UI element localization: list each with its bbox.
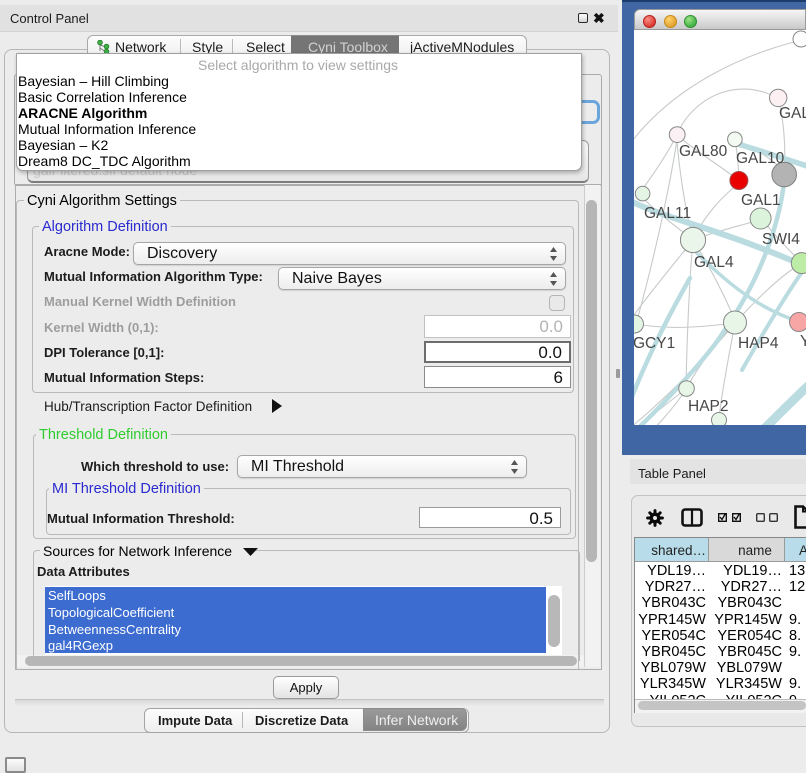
svg-text:GAL4: GAL4 <box>694 254 734 271</box>
svg-text:HAP4: HAP4 <box>738 335 779 352</box>
svg-text:Y: Y <box>800 333 806 350</box>
svg-text:GAL1: GAL1 <box>741 192 781 209</box>
svg-text:GCY1: GCY1 <box>634 335 675 352</box>
svg-text:GAL80: GAL80 <box>679 143 728 160</box>
svg-text:GAL: GAL <box>779 105 806 122</box>
svg-text:SWI4: SWI4 <box>762 231 800 248</box>
svg-text:GAL10: GAL10 <box>736 150 785 167</box>
svg-text:HAP2: HAP2 <box>688 398 729 415</box>
svg-text:GAL11: GAL11 <box>644 205 691 222</box>
